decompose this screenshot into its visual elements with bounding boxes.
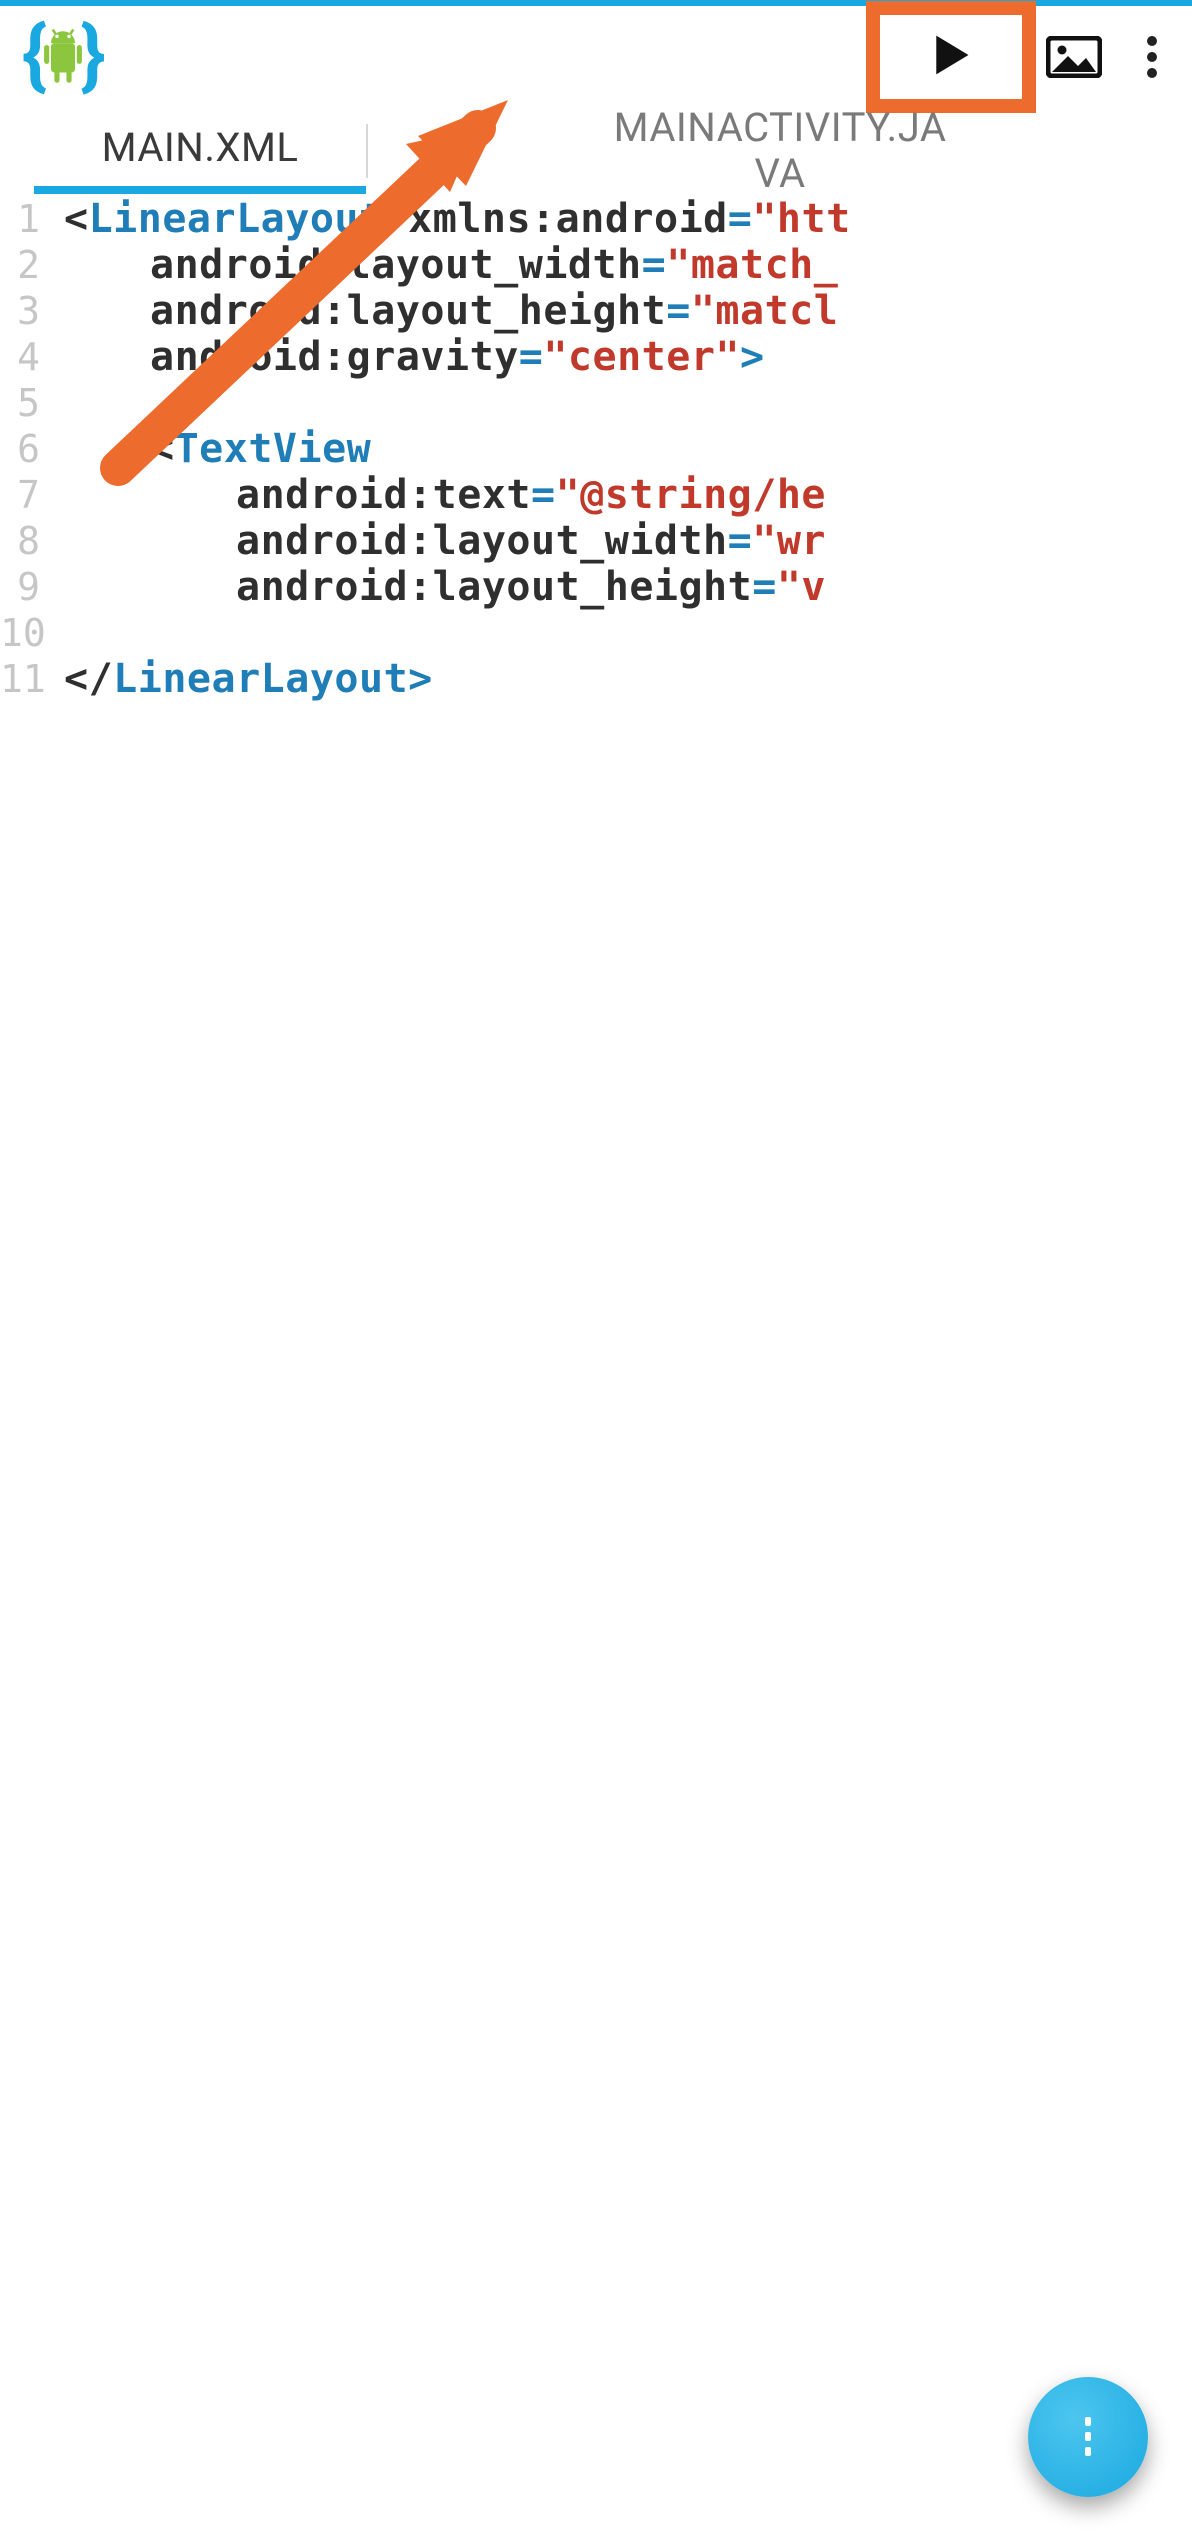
tab-main-xml[interactable]: MAIN.XML xyxy=(34,108,366,194)
code-line[interactable]: 5 xyxy=(0,380,1192,426)
code-line[interactable]: 6<TextView xyxy=(0,426,1192,472)
code-content[interactable]: android:gravity="center"> xyxy=(50,334,765,380)
line-number: 5 xyxy=(0,380,50,426)
code-line[interactable]: 2android:layout_width="match_ xyxy=(0,242,1192,288)
line-number: 2 xyxy=(0,242,50,288)
code-line[interactable]: 3android:layout_height="matcl xyxy=(0,288,1192,334)
tab-inactive-line1: MAINACTIVITY.JA xyxy=(614,105,947,151)
svg-text:{: { xyxy=(22,14,48,100)
code-content[interactable]: <LinearLayout xmlns:android="htt xyxy=(50,196,851,242)
editor-tabs: MAIN.XML MAINACTIVITY.JA VA xyxy=(34,108,1192,194)
code-line[interactable]: 11</LinearLayout> xyxy=(0,656,1192,702)
code-line[interactable]: 1<LinearLayout xmlns:android="htt xyxy=(0,196,1192,242)
line-number: 7 xyxy=(0,472,50,518)
tab-inactive-line2: VA xyxy=(754,151,805,197)
code-content[interactable]: android:layout_height="v xyxy=(50,564,826,610)
code-content[interactable]: android:layout_height="matcl xyxy=(50,288,838,334)
code-content[interactable]: android:text="@string/he xyxy=(50,472,826,518)
line-number: 11 xyxy=(0,656,50,702)
line-number: 9 xyxy=(0,564,50,610)
code-line[interactable]: 10 xyxy=(0,610,1192,656)
code-content[interactable]: android:layout_width="wr xyxy=(50,518,826,564)
code-content[interactable]: </LinearLayout> xyxy=(50,656,433,702)
code-editor[interactable]: 1<LinearLayout xmlns:android="htt2androi… xyxy=(0,196,1192,2541)
code-line[interactable]: 4android:gravity="center"> xyxy=(0,334,1192,380)
code-line[interactable]: 7android:text="@string/he xyxy=(0,472,1192,518)
image-icon[interactable] xyxy=(1046,36,1102,78)
code-content[interactable]: android:layout_width="match_ xyxy=(50,242,838,288)
code-content[interactable]: <TextView xyxy=(50,426,371,472)
line-number: 4 xyxy=(0,334,50,380)
app-logo-icon[interactable]: { } xyxy=(20,14,106,100)
play-icon[interactable] xyxy=(928,32,974,82)
line-number: 8 xyxy=(0,518,50,564)
line-number: 3 xyxy=(0,288,50,334)
tab-mainactivity-java[interactable]: MAINACTIVITY.JA VA xyxy=(368,108,1192,194)
code-line[interactable]: 9android:layout_height="v xyxy=(0,564,1192,610)
line-number: 10 xyxy=(0,610,50,656)
run-button-highlight-annotation xyxy=(866,1,1036,113)
overflow-menu-icon[interactable] xyxy=(1132,27,1172,87)
line-number: 6 xyxy=(0,426,50,472)
app-header: { } xyxy=(0,6,1192,108)
floating-action-button[interactable] xyxy=(1028,2377,1148,2497)
svg-text:}: } xyxy=(80,14,106,100)
line-number: 1 xyxy=(0,196,50,242)
code-line[interactable]: 8android:layout_width="wr xyxy=(0,518,1192,564)
